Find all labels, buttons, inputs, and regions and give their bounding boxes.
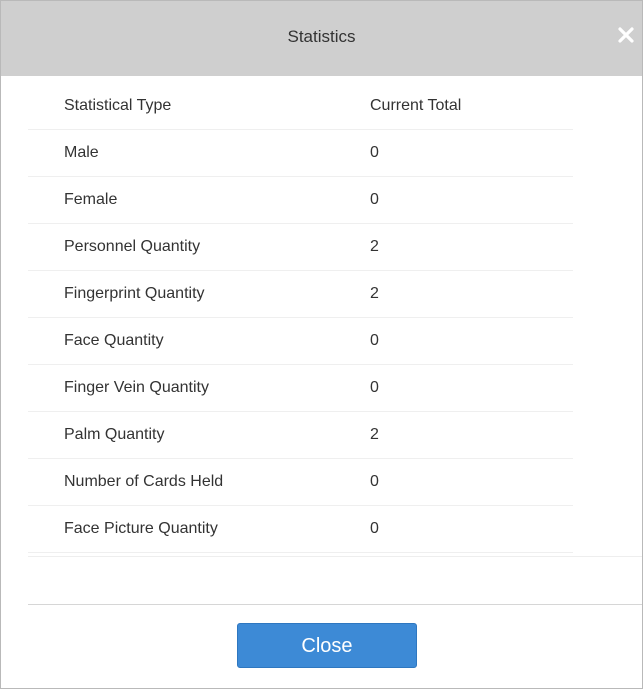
row-total-value: 2 (370, 238, 379, 255)
statistics-table: Statistical Type Current Total Male 0 Fe… (28, 83, 573, 553)
row-total-value: 0 (370, 332, 379, 349)
close-icon[interactable] (614, 23, 638, 47)
row-total-value: 2 (370, 426, 379, 443)
row-type-label: Finger Vein Quantity (64, 379, 209, 396)
row-total-value: 0 (370, 379, 379, 396)
row-total-value: 2 (370, 285, 379, 302)
close-button[interactable]: Close (237, 623, 417, 668)
table-row: Female 0 (28, 177, 573, 224)
row-type-label: Palm Quantity (64, 426, 165, 443)
table-bottom-divider (28, 556, 642, 557)
row-total-value: 0 (370, 144, 379, 161)
table-row: Personnel Quantity 2 (28, 224, 573, 271)
table-row: Finger Vein Quantity 0 (28, 365, 573, 412)
dialog-title: Statistics (287, 27, 356, 46)
row-type-label: Fingerprint Quantity (64, 285, 205, 302)
row-total-value: 0 (370, 191, 379, 208)
table-row: Fingerprint Quantity 2 (28, 271, 573, 318)
row-type-label: Male (64, 144, 99, 161)
footer-divider (28, 604, 642, 605)
statistics-dialog: Statistics Statistical Type Current Tota… (0, 0, 643, 689)
row-total-value: 0 (370, 473, 379, 490)
column-header-statistical-type: Statistical Type (64, 97, 172, 114)
row-total-value: 0 (370, 520, 379, 537)
row-type-label: Number of Cards Held (64, 473, 224, 490)
table-row: Face Picture Quantity 0 (28, 506, 573, 553)
table-row: Male 0 (28, 130, 573, 177)
row-type-label: Personnel Quantity (64, 238, 201, 255)
table-row: Palm Quantity 2 (28, 412, 573, 459)
table-row: Face Quantity 0 (28, 318, 573, 365)
column-header-current-total: Current Total (370, 97, 462, 114)
row-type-label: Face Picture Quantity (64, 520, 218, 537)
row-type-label: Female (64, 191, 118, 208)
dialog-titlebar: Statistics (1, 1, 642, 76)
table-row: Number of Cards Held 0 (28, 459, 573, 506)
row-type-label: Face Quantity (64, 332, 164, 349)
table-header-row: Statistical Type Current Total (28, 83, 573, 130)
